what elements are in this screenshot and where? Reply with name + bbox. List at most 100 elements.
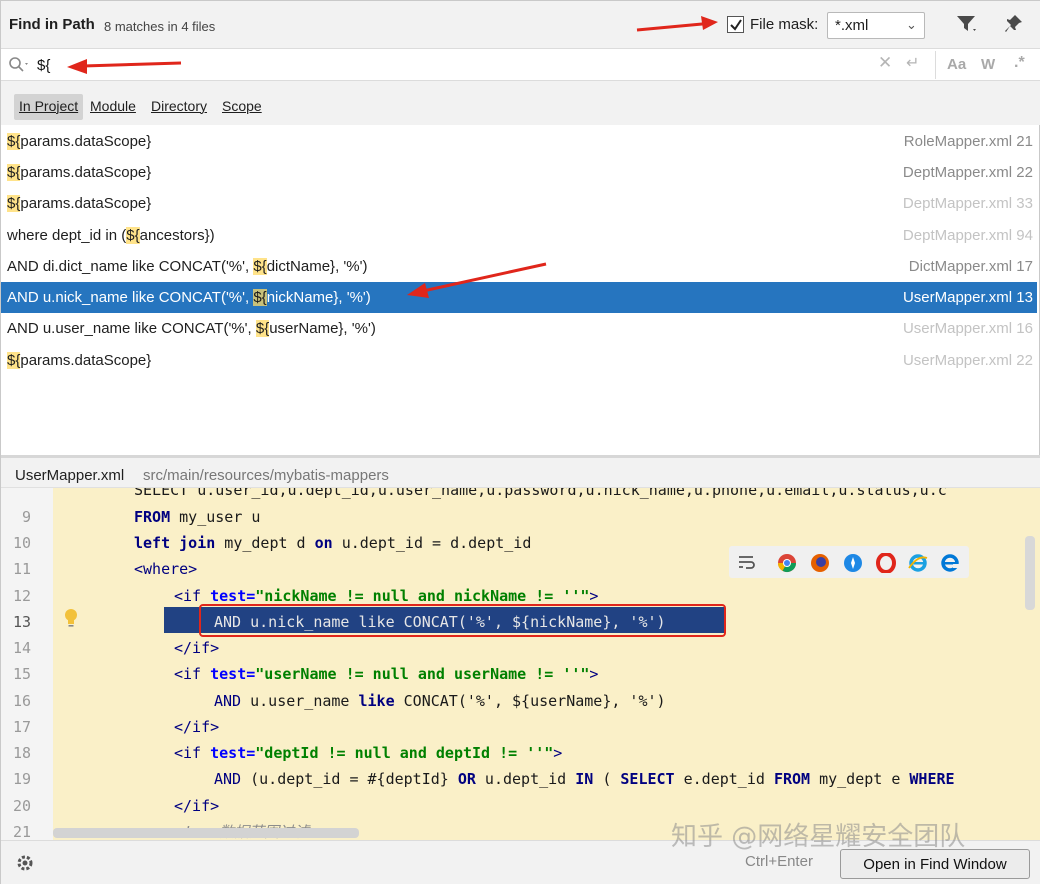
scope-tab-directory[interactable]: Directory <box>146 94 212 120</box>
result-file: DeptMapper.xml 22 <box>902 164 1033 181</box>
result-row[interactable]: where dept_id in (${ancestors}) DeptMapp… <box>1 220 1037 251</box>
match-count: 8 matches in 4 files <box>104 19 216 34</box>
safari-icon[interactable] <box>843 553 863 576</box>
line-number: 17 <box>12 718 31 736</box>
result-row-selected[interactable]: AND u.nick_name like CONCAT('%', ${nickN… <box>1 282 1037 313</box>
result-match: ${ <box>255 320 270 337</box>
shortcut-hint: Ctrl+Enter <box>745 853 813 870</box>
code-line: <if test="nickName != null and nickName … <box>174 587 599 605</box>
filter-icon[interactable] <box>955 13 979 38</box>
result-match: ${ <box>253 258 267 275</box>
code-line: <if test="deptId != null and deptId != '… <box>174 744 563 762</box>
line-number: 14 <box>12 639 31 657</box>
result-file: DictMapper.xml 17 <box>908 258 1033 275</box>
code-line: <where> <box>134 560 198 578</box>
scope-tab-scope[interactable]: Scope <box>217 94 267 120</box>
result-match: ${ <box>126 227 140 244</box>
code-line: FROM my_user u <box>134 508 261 526</box>
result-row[interactable]: AND u.user_name like CONCAT('%', ${userN… <box>1 313 1037 344</box>
preview-header: UserMapper.xml src/main/resources/mybati… <box>1 458 1040 488</box>
scope-tabs: In Project Module Directory Scope <box>1 81 1040 125</box>
wrap-icon[interactable] <box>737 553 757 574</box>
edge-icon[interactable] <box>940 553 960 576</box>
clear-search-icon[interactable]: ✕ <box>878 53 892 73</box>
watermark-text: 知乎 @网络星耀安全团队 <box>671 822 966 852</box>
internet-explorer-icon[interactable] <box>908 553 928 576</box>
preview-file-name: UserMapper.xml <box>15 467 125 484</box>
regex-toggle[interactable]: .* <box>1014 54 1025 72</box>
line-number: 20 <box>12 797 31 815</box>
results-list: ${params.dataScope} RoleMapper.xml 21 ${… <box>1 125 1037 455</box>
result-text: params.dataScope} <box>20 352 152 369</box>
result-text: dictName}, '%') <box>266 258 368 275</box>
file-mask-value: *.xml <box>835 17 869 34</box>
result-row[interactable]: ${params.dataScope} DeptMapper.xml 33 <box>1 188 1037 219</box>
result-file: UserMapper.xml 13 <box>902 289 1033 306</box>
horizontal-scrollbar[interactable] <box>53 828 359 838</box>
browser-preview-toolbar <box>729 546 969 578</box>
line-number: 21 <box>12 823 31 840</box>
lightbulb-icon[interactable] <box>63 608 79 632</box>
result-text: ancestors}) <box>139 227 215 244</box>
code-preview[interactable]: 9 10 11 12 13 14 15 16 17 18 19 20 21 SE… <box>1 488 1040 840</box>
scope-tab-in-project[interactable]: In Project <box>14 94 84 120</box>
dialog-title: Find in Path <box>9 16 95 33</box>
line-number: 11 <box>12 560 31 578</box>
checkmark-icon <box>730 19 742 31</box>
match-case-toggle[interactable]: Aa <box>947 56 966 73</box>
firefox-icon[interactable] <box>810 553 830 576</box>
result-match: ${ <box>7 133 21 150</box>
code-line: AND u.user_name like CONCAT('%', ${userN… <box>214 692 666 710</box>
open-in-find-window-button[interactable]: Open in Find Window <box>840 849 1030 879</box>
line-number: 16 <box>12 692 31 710</box>
pin-icon[interactable] <box>1004 13 1024 38</box>
newline-icon[interactable]: ↵ <box>906 53 919 73</box>
result-row[interactable]: ${params.dataScope} DeptMapper.xml 22 <box>1 157 1037 188</box>
result-text: AND u.user_name like CONCAT('%', <box>7 320 256 337</box>
chevron-down-icon: ⌄ <box>906 17 917 32</box>
search-row: ✕ ↵ Aa W .* <box>1 49 1040 81</box>
find-in-path-dialog: Find in Path 8 matches in 4 files File m… <box>0 0 1040 884</box>
search-input[interactable] <box>37 53 857 77</box>
result-text: params.dataScope} <box>20 133 152 150</box>
result-text: AND di.dict_name like CONCAT('%', <box>7 258 254 275</box>
chrome-icon[interactable] <box>777 553 797 576</box>
gear-icon[interactable] <box>15 853 35 876</box>
result-text: AND u.nick_name like CONCAT('%', <box>7 289 254 306</box>
file-mask-checkbox[interactable] <box>727 16 744 33</box>
code-line: </if> <box>174 718 220 736</box>
result-row[interactable]: ${params.dataScope} RoleMapper.xml 21 <box>1 126 1037 157</box>
code-line: SELECT u.user_id,u.dept_id,u.user_name,u… <box>134 488 947 499</box>
code-line: <if test="userName != null and userName … <box>174 665 599 683</box>
line-number: 19 <box>12 770 31 788</box>
result-text: userName}, '%') <box>269 320 376 337</box>
result-file: DeptMapper.xml 94 <box>902 227 1033 244</box>
code-line: </if> <box>174 797 220 815</box>
line-number: 18 <box>12 744 31 762</box>
line-number-current: 13 <box>12 613 31 631</box>
file-mask-select[interactable]: *.xml ⌄ <box>827 12 925 39</box>
result-row[interactable]: AND di.dict_name like CONCAT('%', ${dict… <box>1 251 1037 282</box>
line-number: 9 <box>21 508 31 526</box>
preview-file-path: src/main/resources/mybatis-mappers <box>143 467 389 484</box>
search-icon[interactable] <box>8 56 32 77</box>
result-match: ${ <box>7 195 21 212</box>
result-match: ${ <box>253 289 267 306</box>
result-text: params.dataScope} <box>20 195 152 212</box>
result-text: where dept_id in ( <box>7 227 127 244</box>
whole-words-toggle[interactable]: W <box>981 56 995 73</box>
result-match: ${ <box>7 352 21 369</box>
vertical-scrollbar[interactable] <box>1025 536 1035 610</box>
annotation-box <box>199 604 726 637</box>
opera-icon[interactable] <box>876 552 896 576</box>
code-line: AND (u.dept_id = #{deptId} OR u.dept_id … <box>214 770 955 788</box>
code-line: </if> <box>174 639 220 657</box>
result-file: DeptMapper.xml 33 <box>902 195 1033 212</box>
scope-tab-module[interactable]: Module <box>85 94 141 120</box>
line-number: 10 <box>12 534 31 552</box>
line-number: 12 <box>12 587 31 605</box>
code-line: left join my_dept d on u.dept_id = d.dep… <box>134 534 532 552</box>
result-row[interactable]: ${params.dataScope} UserMapper.xml 22 <box>1 345 1037 376</box>
dialog-header: Find in Path 8 matches in 4 files File m… <box>1 1 1040 49</box>
file-mask-label: File mask: <box>750 16 819 33</box>
